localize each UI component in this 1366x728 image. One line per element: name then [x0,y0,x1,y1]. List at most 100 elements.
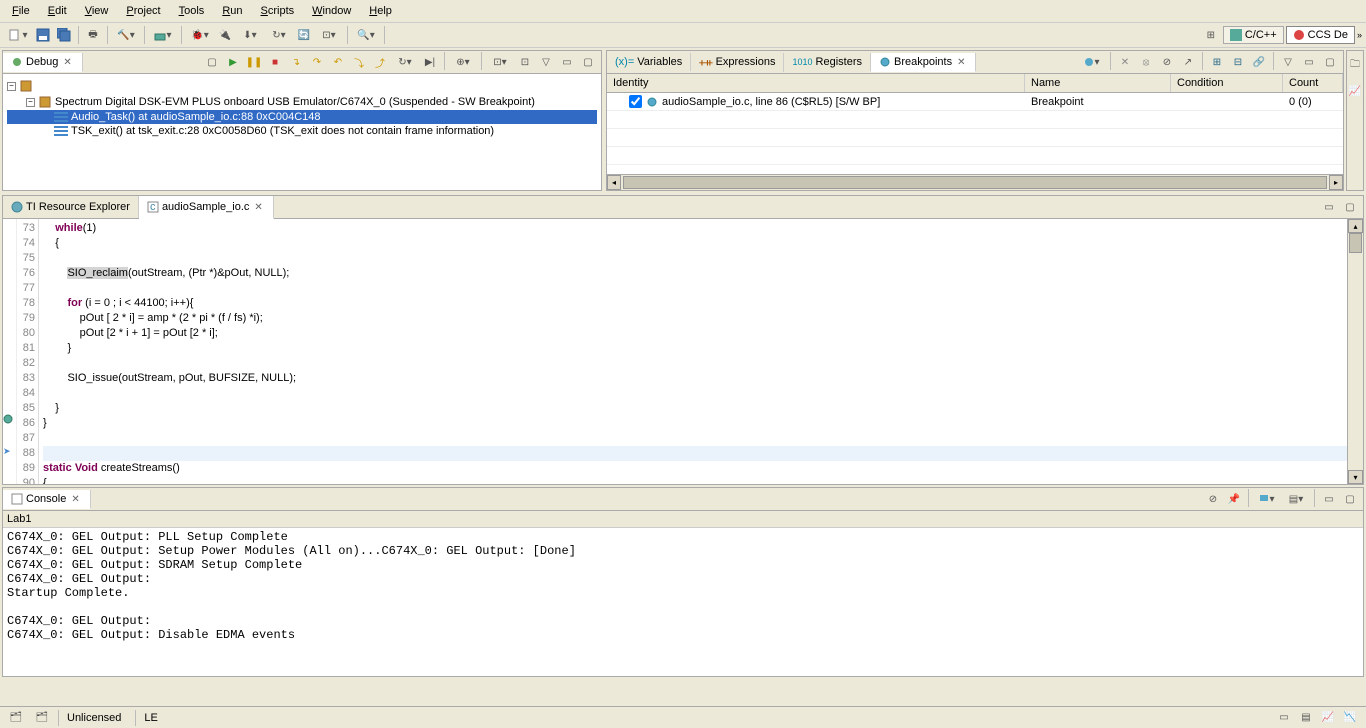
outline-button[interactable]: 🗀 [1345,55,1365,75]
console-tab[interactable]: Console ✕ [3,490,91,509]
source-file-tab[interactable]: c audioSample_io.c ✕ [139,196,274,219]
chart-button[interactable]: 📈 [1345,81,1365,101]
step-over-button[interactable]: ↷ [307,52,327,72]
debug-button[interactable]: 🐞▾ [186,25,214,45]
bp-enabled-checkbox[interactable] [629,95,642,108]
perspective-more[interactable]: » [1357,30,1362,40]
menu-view[interactable]: View [77,2,117,20]
ti-resource-tab[interactable]: TI Resource Explorer [3,196,139,218]
step-into-button[interactable]: ↴ [286,52,306,72]
dbg-more-2[interactable]: ⊡ [515,52,535,72]
bp-goto-button[interactable]: ↗ [1178,52,1198,72]
asm-step-into-button[interactable]: ⤵ [349,52,369,72]
restart-dbg-button[interactable]: ↻▾ [391,52,419,72]
stack-frame-2[interactable]: TSK_exit() at tsk_exit.c:28 0xC0058D60 (… [7,124,597,138]
code-area[interactable]: while(1) { SIO_reclaim(outStream, (Ptr *… [39,219,1347,484]
print-button[interactable]: 🖶 [83,25,103,45]
menu-scripts[interactable]: Scripts [253,2,303,20]
dbg-tool-1[interactable]: ▢ [202,52,222,72]
rtos-button[interactable]: ⊕▾ [449,52,477,72]
build-button[interactable]: 🔨▾ [112,25,140,45]
refresh-button[interactable]: 🔄 [294,25,314,45]
maximize-view-button[interactable]: ▢ [578,52,598,72]
col-count[interactable]: Count [1283,74,1343,92]
bp-menu-button[interactable]: ▽ [1278,52,1298,72]
menu-run[interactable]: Run [214,2,250,20]
bp-collapse-button[interactable]: ⊟ [1228,52,1248,72]
terminate-button[interactable]: ■ [265,52,285,72]
close-icon[interactable]: ✕ [252,202,264,213]
maximize-view-button[interactable]: ▢ [1340,197,1360,217]
scroll-thumb[interactable] [623,176,1327,189]
console-output[interactable]: C674X_0: GEL Output: PLL Setup Complete … [3,528,1363,676]
search-button[interactable]: 🔍▾ [352,25,380,45]
maximize-view-button[interactable]: ▢ [1340,489,1360,509]
status-icon-2[interactable]: 🗂 [32,708,52,728]
view-menu-button[interactable]: ▽ [536,52,556,72]
breakpoints-tab[interactable]: Breakpoints✕ [871,53,976,72]
scroll-up-button[interactable]: ▴ [1348,219,1363,233]
trim-icon-4[interactable]: 📉 [1340,708,1360,728]
scroll-down-button[interactable]: ▾ [1348,470,1363,484]
run-to-line-button[interactable]: ▶| [420,52,440,72]
menu-window[interactable]: Window [304,2,359,20]
bp-hscroll[interactable]: ◂ ▸ [607,174,1343,190]
minimize-view-button[interactable]: ▭ [557,52,577,72]
suspend-button[interactable]: ❚❚ [244,52,264,72]
save-button[interactable] [33,25,53,45]
registers-tab[interactable]: 1010Registers [784,53,871,71]
step-return-button[interactable]: ↶ [328,52,348,72]
resume-button[interactable]: ▶ [223,52,243,72]
trim-icon-1[interactable]: ▭ [1274,708,1294,728]
col-condition[interactable]: Condition [1171,74,1283,92]
menu-help[interactable]: Help [361,2,400,20]
restart-button[interactable]: ↻▾ [265,25,293,45]
trim-icon-3[interactable]: 📈 [1318,708,1338,728]
bp-expand-button[interactable]: ⊞ [1207,52,1227,72]
asm-step-over-button[interactable]: ⤴ [370,52,390,72]
scroll-thumb[interactable] [1349,233,1362,253]
collapse-icon[interactable]: − [7,82,16,91]
bp-link-button[interactable]: 🔗 [1249,52,1269,72]
maximize-view-button[interactable]: ▢ [1320,52,1340,72]
stack-frame-1[interactable]: Audio_Task() at audioSample_io.c:88 0xC0… [7,110,597,124]
editor-vscroll[interactable]: ▴ ▾ [1347,219,1363,484]
minimize-view-button[interactable]: ▭ [1319,197,1339,217]
con-open-button[interactable]: ▤▾ [1282,489,1310,509]
perspective-cpp[interactable]: C/C++ [1223,26,1284,44]
debug-tab[interactable]: Debug ✕ [3,53,83,72]
debug-tree[interactable]: − − Spectrum Digital DSK-EVM PLUS onboar… [3,74,601,190]
debug-launch-node[interactable]: − [7,78,597,94]
new-target-button[interactable]: ▾ [149,25,177,45]
menu-file[interactable]: File [4,2,38,20]
memory-button[interactable]: ⊡▾ [315,25,343,45]
bp-remove-all-button[interactable]: ⦻ [1136,52,1156,72]
col-identity[interactable]: Identity [607,74,1025,92]
save-all-button[interactable] [54,25,74,45]
expressions-tab[interactable]: ᚐᚑExpressions [691,53,784,72]
menu-edit[interactable]: Edit [40,2,75,20]
menu-project[interactable]: Project [118,2,168,20]
minimize-view-button[interactable]: ▭ [1319,489,1339,509]
minimize-view-button[interactable]: ▭ [1299,52,1319,72]
new-button[interactable]: ▾ [4,25,32,45]
trim-icon-2[interactable]: ▤ [1296,708,1316,728]
editor-body[interactable]: ➤ 737475767778798081828384858687888990 w… [3,219,1363,484]
con-clear-button[interactable]: ⊘ [1203,489,1223,509]
close-icon[interactable]: ✕ [61,57,73,68]
connect-button[interactable]: 🔌 [215,25,235,45]
close-icon[interactable]: ✕ [955,57,967,68]
scroll-left-button[interactable]: ◂ [607,175,621,190]
menu-tools[interactable]: Tools [171,2,213,20]
status-icon-1[interactable]: 🗂 [6,708,26,728]
collapse-icon[interactable]: − [26,98,35,107]
dbg-more-1[interactable]: ⊡▾ [486,52,514,72]
perspective-ccs[interactable]: CCS De [1286,26,1355,44]
col-name[interactable]: Name [1025,74,1171,92]
bp-skip-button[interactable]: ⊘ [1157,52,1177,72]
breakpoint-row[interactable]: audioSample_io.c, line 86 (C$RL5) [S/W B… [607,93,1343,111]
variables-tab[interactable]: (x)=Variables [607,53,691,71]
scroll-right-button[interactable]: ▸ [1329,175,1343,190]
marker-bar[interactable]: ➤ [3,219,17,484]
con-display-button[interactable]: ▾ [1253,489,1281,509]
